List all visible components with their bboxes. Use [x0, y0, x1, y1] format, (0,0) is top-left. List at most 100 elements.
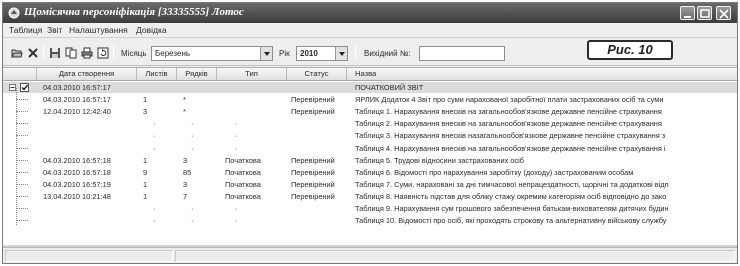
cell-name: Таблиця 5. Трудові відносини застрахован…: [355, 155, 525, 165]
tree-connector: [16, 183, 28, 185]
month-label: Місяць: [121, 49, 147, 58]
toolbar-separator: [113, 45, 114, 60]
checkmark-icon: [21, 84, 28, 91]
table-row[interactable]: 13.04.2010 10:21:48 1 7 Початкова Перевірени…: [3, 191, 737, 202]
cell-date: 04.03.2010 16:57:18: [43, 155, 111, 165]
title-bar[interactable]: Щомісячна персоніфікація [33335555] Лото…: [3, 3, 737, 23]
tree-connector: [16, 99, 28, 101]
cell-name: Таблиця 10. Відомості про осіб, які прох…: [355, 216, 667, 226]
table-row[interactable]: Таблиця 2. Нарахування внесків на загаль…: [3, 118, 737, 129]
app-window: Щомісячна персоніфікація [33335555] Лото…: [2, 2, 738, 264]
menu-report[interactable]: Звіт: [47, 25, 62, 35]
close-window-button[interactable]: [716, 6, 731, 20]
cell-status: Перевірений: [291, 167, 335, 177]
column-header-sheets[interactable]: Листів: [137, 68, 177, 80]
cell-type: Початкова: [225, 155, 261, 165]
cell-date: 04.03.2010 16:57:19: [43, 179, 111, 189]
cell-lines: 3: [183, 155, 188, 165]
menu-settings[interactable]: Налаштування: [69, 25, 128, 35]
table-row[interactable]: Таблиця 4. Нарахування внесків на загаль…: [3, 143, 737, 154]
cell-name: ЯРЛИК Додаток 4 Звіт про суми нараховано…: [355, 95, 664, 105]
window-title: Щомісячна персоніфікація [33335555] Лото…: [24, 6, 244, 18]
empty-cell-dot: ·: [191, 131, 194, 141]
cell-lines: 7: [183, 191, 188, 201]
table-row[interactable]: Таблиця 3. Нарахування внесків назагальн…: [3, 130, 737, 141]
column-header-name[interactable]: Назва: [347, 68, 737, 80]
tree-connector: [16, 111, 28, 113]
cell-name: Таблиця 4. Нарахування внесків на загаль…: [355, 143, 666, 153]
empty-cell-dot: ·: [153, 216, 156, 226]
month-value: Березень: [155, 49, 191, 58]
outgoing-number-input[interactable]: [419, 46, 505, 61]
tree-connector: [16, 220, 28, 222]
cell-type: Початкова: [225, 179, 261, 189]
cell-name: Таблиця 6. Відомості про нарахування зар…: [355, 167, 634, 177]
cell-status: Перевірений: [291, 95, 335, 105]
column-header-date[interactable]: Дата створення: [37, 68, 137, 80]
empty-cell-dot: ·: [191, 143, 194, 153]
collapse-icon[interactable]: [9, 84, 16, 91]
empty-cell-dot: ·: [153, 204, 156, 213]
cell-name: Таблиця 9. Нарахування сум грошового заб…: [355, 204, 669, 213]
column-header-status[interactable]: Статус: [287, 68, 347, 80]
cell-sheets: 3: [143, 107, 148, 117]
cell-name: Таблиця 8. Наявність підстав для обліку …: [355, 191, 667, 201]
maximize-button[interactable]: [697, 6, 712, 20]
delete-icon[interactable]: [27, 47, 39, 59]
table-row[interactable]: 04.03.2010 16:57:18 1 3 Початкова Перевірени…: [3, 155, 737, 166]
cell-date: 12.04.2010 12:42:40: [43, 107, 111, 117]
app-icon: [8, 7, 20, 19]
chevron-down-icon[interactable]: [335, 47, 347, 60]
tree-connector: [16, 147, 28, 149]
table-row[interactable]: Таблиця 10. Відомості про осіб, які прох…: [3, 215, 737, 226]
month-select[interactable]: Березень: [151, 46, 273, 61]
cell-lines: 3: [183, 179, 188, 189]
column-header-tree[interactable]: [3, 68, 37, 80]
cell-date: 04.03.2010 16:57:17: [43, 95, 111, 105]
empty-cell-dot: ·: [191, 216, 194, 226]
cell-status: Перевірений: [291, 191, 335, 201]
cell-date: 04.03.2010 16:57:18: [43, 167, 111, 177]
table-row[interactable]: 04.03.2010 16:57:18 9 85 Початкова Перевірен…: [3, 167, 737, 178]
copy-documents-icon[interactable]: [65, 47, 77, 59]
empty-cell-dot: ·: [153, 119, 156, 129]
column-header-type[interactable]: Тип: [217, 68, 287, 80]
empty-cell-dot: ·: [235, 204, 238, 213]
open-folder-icon[interactable]: [11, 47, 23, 59]
cell-sheets: 1: [143, 95, 148, 105]
cell-name: ПОЧАТКОВИЙ ЗВІТ: [355, 83, 424, 92]
cell-name: Таблиця 3. Нарахування внесків назагальн…: [355, 131, 666, 141]
outgoing-number-label: Вихідний №:: [364, 49, 411, 58]
status-panel: [5, 250, 173, 262]
column-header-lines[interactable]: Рядків: [177, 68, 217, 80]
table-row[interactable]: 12.04.2010 12:42:40 3 * Перевірений Таблиця …: [3, 106, 737, 117]
grid-header: Дата створення Листів Рядків Тип Статус …: [3, 68, 737, 81]
menu-help[interactable]: Довідка: [136, 25, 167, 35]
menu-bar: Таблиця Звіт Налаштування Довідка: [3, 23, 737, 38]
empty-cell-dot: ·: [235, 119, 238, 129]
table-row[interactable]: 04.03.2010 16:57:17 1 * Перевірений ЯРЛИК До…: [3, 94, 737, 105]
empty-cell-dot: ·: [235, 216, 238, 226]
tree-connector: [16, 123, 28, 125]
print-icon[interactable]: [81, 47, 93, 59]
year-value: 2010: [300, 49, 318, 58]
table-row[interactable]: Таблиця 9. Нарахування сум грошового заб…: [3, 203, 737, 214]
cell-date: 13.04.2010 10:21:48: [43, 191, 111, 201]
refresh-icon[interactable]: [97, 47, 109, 59]
table-row[interactable]: 04.03.2010 16:57:17 ПОЧАТКОВИЙ ЗВІТ: [3, 82, 737, 93]
tree-line: [16, 88, 17, 226]
tree-connector: [16, 159, 28, 161]
save-icon[interactable]: [49, 47, 61, 59]
empty-cell-dot: ·: [191, 119, 194, 129]
toolbar-separator: [43, 45, 44, 60]
table-row[interactable]: 04.03.2010 16:57:19 1 3 Початкова Перевірени…: [3, 179, 737, 190]
menu-table[interactable]: Таблиця: [9, 25, 42, 35]
chevron-down-icon[interactable]: [260, 47, 272, 60]
minimize-button[interactable]: [680, 6, 695, 20]
minimize-icon: [684, 16, 691, 18]
status-panel: [175, 250, 735, 262]
cell-status: Перевірений: [291, 179, 335, 189]
year-select[interactable]: 2010: [296, 46, 348, 61]
cell-sheets: 1: [143, 191, 148, 201]
report-checkbox[interactable]: [20, 83, 29, 92]
